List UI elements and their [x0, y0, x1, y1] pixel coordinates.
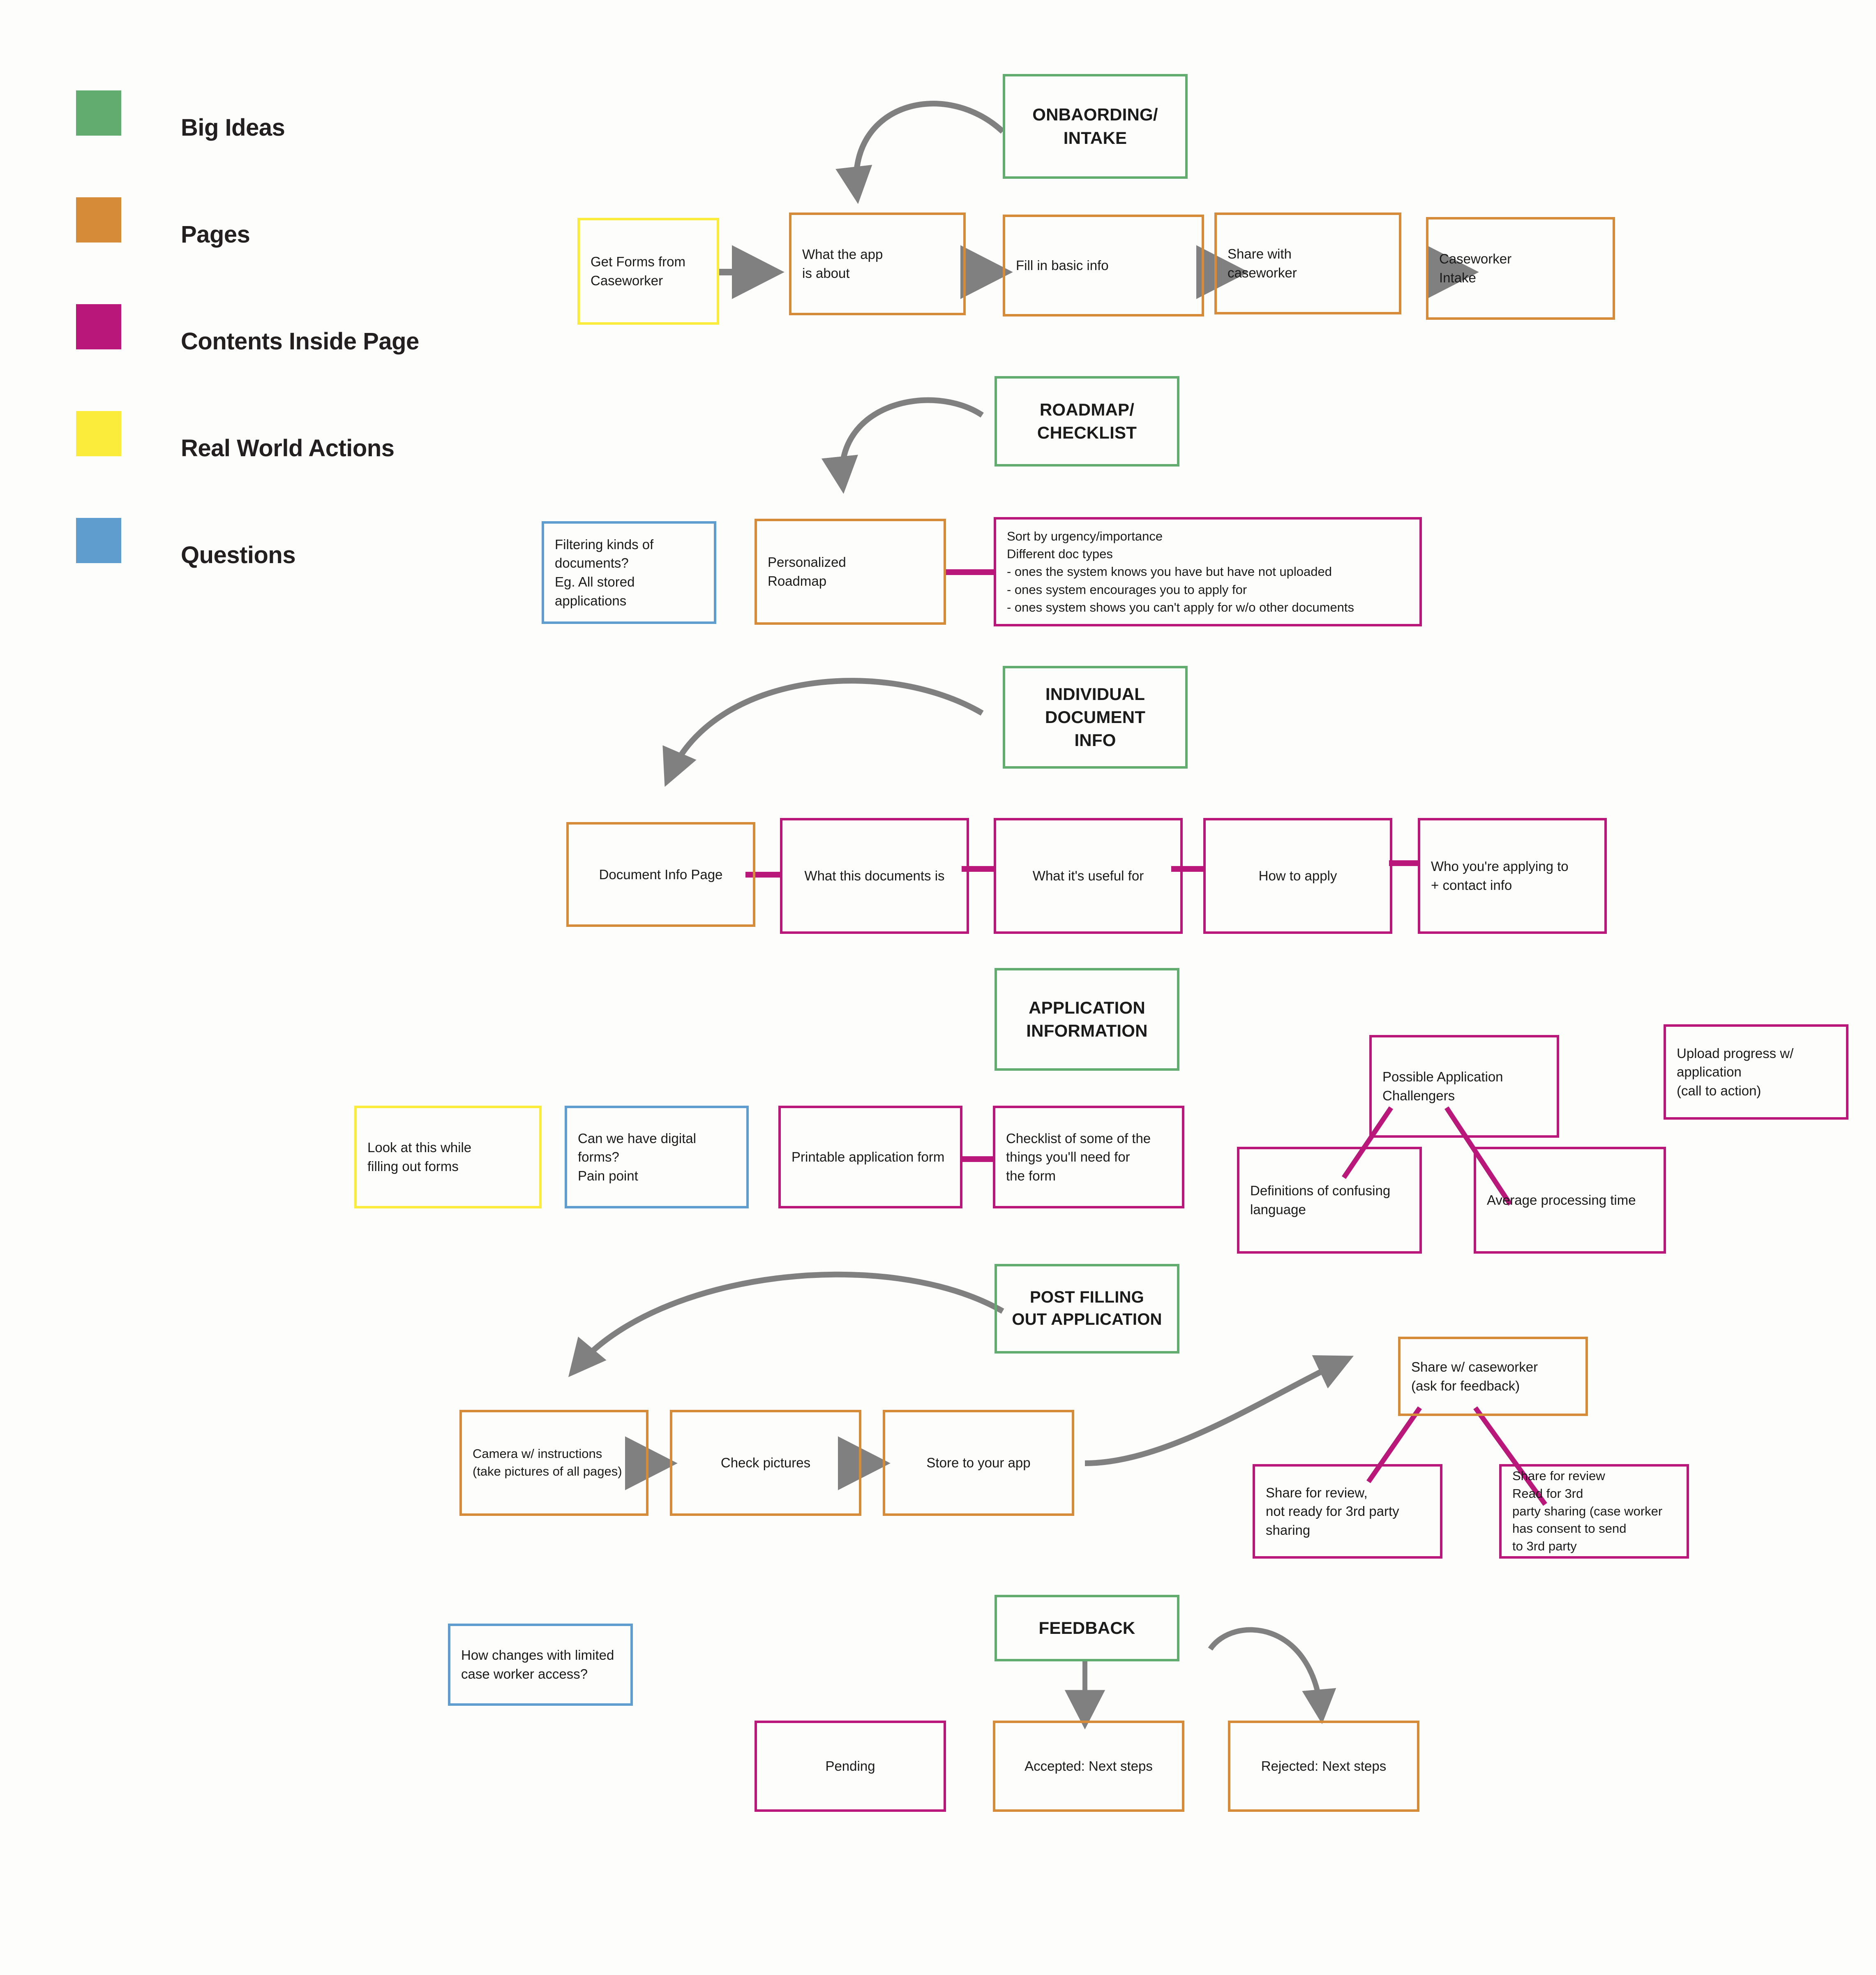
legend-label-big-ideas: Big Ideas: [181, 114, 285, 141]
node-document-info-page[interactable]: Document Info Page: [566, 822, 755, 927]
node-share-for-review-3rd-party[interactable]: Share for review Read for 3rd party shar…: [1499, 1464, 1689, 1559]
node-pending[interactable]: Pending: [755, 1721, 946, 1812]
legend-label-pages: Pages: [181, 221, 250, 248]
node-printable-application-form[interactable]: Printable application form: [778, 1106, 962, 1208]
node-can-we-have-digital-forms[interactable]: Can we have digital forms? Pain point: [565, 1106, 749, 1208]
section-heading-feedback: FEEDBACK: [995, 1595, 1179, 1661]
node-accepted-next-steps[interactable]: Accepted: Next steps: [993, 1721, 1184, 1812]
node-fill-in-basic-info[interactable]: Fill in basic info: [1003, 215, 1204, 316]
legend-swatch-pages: [76, 197, 121, 243]
section-heading-roadmap: ROADMAP/ CHECKLIST: [995, 376, 1179, 467]
legend-swatch-real-world-actions: [76, 411, 121, 456]
node-check-pictures[interactable]: Check pictures: [670, 1410, 861, 1516]
node-what-its-useful-for[interactable]: What it's useful for: [994, 818, 1183, 934]
node-definitions-of-confusing-language[interactable]: Definitions of confusing language: [1237, 1147, 1422, 1254]
node-average-processing-time[interactable]: Average processing time: [1474, 1147, 1666, 1254]
node-camera-with-instructions[interactable]: Camera w/ instructions (take pictures of…: [459, 1410, 648, 1516]
legend-swatch-big-ideas: [76, 90, 121, 136]
node-store-to-your-app[interactable]: Store to your app: [883, 1410, 1074, 1516]
section-heading-application-information: APPLICATION INFORMATION: [995, 968, 1179, 1071]
node-rejected-next-steps[interactable]: Rejected: Next steps: [1228, 1721, 1419, 1812]
section-heading-individual-document-info: INDIVIDUAL DOCUMENT INFO: [1003, 666, 1188, 769]
legend-swatch-contents-inside-page: [76, 304, 121, 349]
legend-label-questions: Questions: [181, 542, 296, 568]
node-get-forms-from-caseworker[interactable]: Get Forms from Caseworker: [577, 218, 719, 325]
node-personalized-roadmap[interactable]: Personalized Roadmap: [755, 519, 946, 625]
node-caseworker-intake[interactable]: Caseworker Intake: [1426, 217, 1615, 320]
node-checklist-of-things-for-form[interactable]: Checklist of some of the things you'll n…: [993, 1106, 1184, 1208]
section-heading-onboarding: ONBAORDING/ INTAKE: [1003, 74, 1188, 179]
node-share-w-caseworker[interactable]: Share w/ caseworker (ask for feedback): [1398, 1337, 1588, 1416]
node-share-for-review-not-ready[interactable]: Share for review, not ready for 3rd part…: [1253, 1464, 1442, 1559]
node-upload-progress-w-application[interactable]: Upload progress w/ application (call to …: [1664, 1024, 1848, 1120]
node-look-at-this-while-filling-out-forms[interactable]: Look at this while filling out forms: [354, 1106, 542, 1208]
section-heading-post-filling-out-application: POST FILLING OUT APPLICATION: [995, 1264, 1179, 1354]
legend-swatch-questions: [76, 518, 121, 563]
node-share-with-caseworker[interactable]: Share with caseworker: [1214, 213, 1401, 314]
node-how-to-apply[interactable]: How to apply: [1203, 818, 1392, 934]
node-how-changes-with-limited-access[interactable]: How changes with limited case worker acc…: [448, 1624, 633, 1706]
node-what-this-documents-is[interactable]: What this documents is: [780, 818, 969, 934]
node-what-the-app-is-about[interactable]: What the app is about: [789, 213, 966, 315]
node-possible-application-challengers[interactable]: Possible Application Challengers: [1369, 1035, 1559, 1138]
flow-diagram-canvas: Big Ideas Pages Contents Inside Page Rea…: [0, 0, 1876, 1975]
node-sort-by-urgency[interactable]: Sort by urgency/importance Different doc…: [994, 517, 1422, 626]
node-filtering-kinds-of-documents[interactable]: Filtering kinds of documents? Eg. All st…: [542, 521, 716, 624]
node-who-youre-applying-to[interactable]: Who you're applying to + contact info: [1418, 818, 1607, 934]
legend-label-real-world-actions: Real World Actions: [181, 435, 395, 462]
legend-label-contents-inside-page: Contents Inside Page: [181, 328, 419, 355]
